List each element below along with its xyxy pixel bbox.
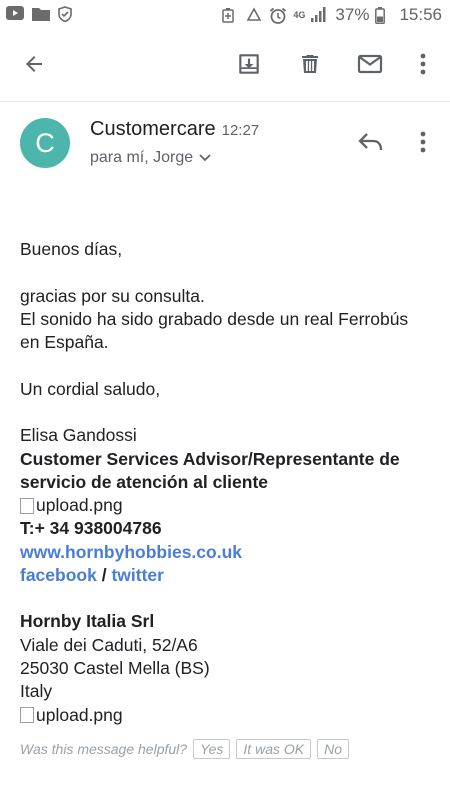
company-name: Hornby Italia Srl bbox=[20, 611, 155, 632]
address-country: Italy bbox=[20, 681, 53, 702]
feedback-ok-button[interactable]: It was OK bbox=[236, 739, 312, 759]
archive-button[interactable] bbox=[233, 50, 265, 82]
more-vert-icon bbox=[420, 131, 426, 158]
social-links: facebook / twitter bbox=[20, 564, 435, 587]
broken-image-icon bbox=[20, 707, 34, 724]
back-arrow-icon bbox=[22, 52, 46, 81]
closing: Un cordial saludo, bbox=[20, 378, 161, 399]
reply-icon bbox=[358, 132, 384, 157]
address-line: 25030 Castel Mella (BS) bbox=[20, 658, 210, 679]
address-line: Viale dei Caduti, 52/A6 bbox=[20, 634, 198, 655]
recycle-icon bbox=[245, 7, 263, 23]
broken-image: upload.png bbox=[20, 704, 435, 727]
delete-button[interactable] bbox=[294, 50, 326, 82]
message-body: Buenos días, gracias por su consulta. El… bbox=[20, 238, 435, 727]
more-options-button[interactable] bbox=[407, 50, 439, 82]
image-alt-text: upload.png bbox=[36, 704, 123, 725]
signature-phone: T:+ 34 938004786 bbox=[20, 518, 162, 539]
back-button[interactable] bbox=[18, 50, 50, 82]
youtube-icon bbox=[6, 6, 24, 22]
archive-icon bbox=[236, 51, 262, 82]
chevron-down-icon bbox=[199, 149, 211, 167]
message-more-button[interactable] bbox=[410, 130, 436, 158]
folder-icon bbox=[32, 6, 50, 22]
mark-unread-button[interactable] bbox=[354, 50, 386, 82]
network-type-label: 4G bbox=[293, 10, 306, 20]
shield-icon bbox=[58, 6, 76, 23]
recipients-toggle[interactable]: para mí, Jorge bbox=[90, 149, 211, 167]
feedback-question: Was this message helpful? bbox=[20, 741, 188, 757]
more-vert-icon bbox=[420, 53, 426, 80]
status-bar: 4G 37% 15:56 bbox=[0, 0, 450, 30]
email-toolbar bbox=[0, 34, 450, 98]
sender-line: Customercare 12:27 bbox=[90, 118, 259, 141]
battery-percent: 37% bbox=[335, 5, 370, 24]
social-separator: / bbox=[101, 564, 107, 585]
feedback-yes-button[interactable]: Yes bbox=[193, 739, 231, 759]
image-alt-text: upload.png bbox=[36, 495, 123, 516]
mark-unread-icon bbox=[357, 52, 383, 81]
email-time: 12:27 bbox=[221, 122, 260, 139]
feedback-no-button[interactable]: No bbox=[317, 739, 350, 759]
twitter-link[interactable]: twitter bbox=[111, 565, 164, 585]
sender-name: Customercare bbox=[90, 118, 216, 140]
website-link[interactable]: www.hornbyhobbies.co.uk bbox=[20, 541, 435, 564]
signature-name: Elisa Gandossi bbox=[20, 425, 137, 446]
body-line: El sonido ha sido grabado desde un real … bbox=[20, 308, 409, 329]
clock: 15:56 bbox=[399, 5, 442, 24]
signature-role: Customer Services Advisor/Representante … bbox=[20, 448, 400, 469]
broken-image-icon bbox=[20, 497, 34, 514]
sender-avatar[interactable]: C bbox=[20, 118, 70, 168]
status-bar-notifications bbox=[6, 6, 76, 23]
body-line: en España. bbox=[20, 332, 109, 353]
toolbar-divider bbox=[0, 101, 450, 102]
delete-icon bbox=[298, 52, 322, 81]
body-line: gracias por su consulta. bbox=[20, 285, 205, 306]
greeting: Buenos días, bbox=[20, 239, 123, 259]
status-bar-system: 4G 37% 15:56 bbox=[221, 5, 442, 25]
helpful-feedback: Was this message helpful? Yes It was OK … bbox=[20, 739, 350, 759]
avatar-letter: C bbox=[35, 127, 55, 158]
broken-image: upload.png bbox=[20, 494, 435, 517]
reply-button[interactable] bbox=[355, 130, 387, 158]
battery-saver-icon bbox=[221, 7, 239, 23]
alarm-icon bbox=[269, 7, 287, 24]
signal-icon bbox=[311, 7, 329, 23]
signature-role: servicio de atención al cliente bbox=[20, 471, 269, 492]
recipients-text: para mí, Jorge bbox=[90, 149, 194, 166]
facebook-link[interactable]: facebook bbox=[20, 565, 97, 585]
battery-icon bbox=[375, 7, 393, 24]
